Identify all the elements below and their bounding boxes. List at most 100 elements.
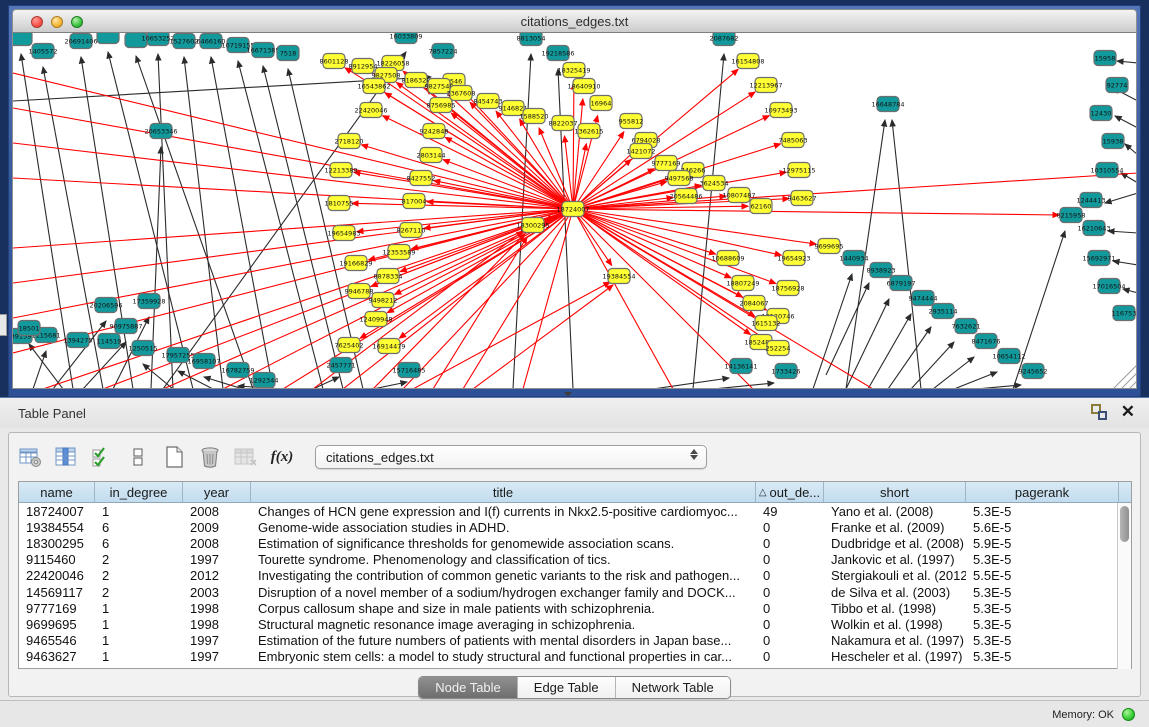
collapsed-panel-handle[interactable]: [0, 314, 7, 336]
network-node[interactable]: 16210643: [1077, 221, 1110, 236]
network-node[interactable]: 1421072: [627, 144, 656, 159]
network-node[interactable]: 1405572: [29, 44, 58, 59]
network-node[interactable]: 252254: [766, 341, 791, 356]
network-node[interactable]: 1394275: [64, 333, 93, 348]
table-settings-icon[interactable]: [17, 444, 43, 470]
column-header-title[interactable]: title: [251, 482, 756, 502]
network-node[interactable]: 17359928: [132, 294, 165, 309]
table-row[interactable]: 1938455462009Genome-wide association stu…: [19, 519, 1131, 535]
network-node[interactable]: 17016504: [1092, 279, 1125, 294]
network-node[interactable]: 7857224: [429, 44, 458, 59]
network-node[interactable]: 16964: [590, 96, 612, 111]
network-node[interactable]: 9699695: [815, 239, 844, 254]
table-row[interactable]: 977716911998Corpus callosum shape and si…: [19, 600, 1131, 616]
network-node[interactable]: 15692971: [1082, 251, 1115, 266]
zoom-window-icon[interactable]: [71, 16, 83, 28]
delete-table-icon[interactable]: [197, 444, 223, 470]
network-node[interactable]: [97, 33, 119, 44]
network-node[interactable]: 1733426: [772, 364, 801, 379]
network-node[interactable]: 7632621: [952, 319, 981, 334]
memory-status-icon[interactable]: [1122, 708, 1135, 721]
table-row[interactable]: 2242004622012Investigating the contribut…: [19, 568, 1131, 584]
network-node[interactable]: 1292344: [250, 373, 279, 388]
network-node[interactable]: 18640910: [567, 79, 600, 94]
network-node[interactable]: 10654112: [992, 349, 1025, 364]
network-node[interactable]: [13, 33, 32, 46]
table-tabs[interactable]: Node TableEdge TableNetwork Table: [418, 676, 731, 699]
close-panel-icon[interactable]: ✕: [1121, 404, 1135, 420]
tab-node-table[interactable]: Node Table: [419, 677, 518, 698]
close-window-icon[interactable]: [31, 16, 43, 28]
column-header-in_degree[interactable]: in_degree: [95, 482, 183, 502]
network-node[interactable]: 114519: [97, 334, 122, 349]
scrollbar-thumb[interactable]: [1120, 506, 1129, 542]
table-header-row[interactable]: namein_degreeyeartitle△out_de...shortpag…: [19, 482, 1131, 503]
column-header-year[interactable]: year: [183, 482, 251, 502]
network-node[interactable]: 18807249: [726, 276, 759, 291]
network-node[interactable]: 8938923: [867, 263, 896, 278]
network-node[interactable]: 8878334: [374, 269, 403, 284]
table-row[interactable]: 911546021997Tourette syndrome. Phenomeno…: [19, 552, 1131, 568]
network-node[interactable]: 9463627: [788, 191, 817, 206]
network-node[interactable]: 1362615: [575, 124, 604, 139]
network-node[interactable]: 22420046: [354, 103, 387, 118]
network-node[interactable]: 7518: [277, 46, 299, 61]
network-node[interactable]: 8756985: [427, 98, 456, 113]
network-node[interactable]: 1810755: [325, 196, 354, 211]
network-node[interactable]: 16648784: [871, 97, 904, 112]
table-row[interactable]: 1830029562008Estimation of significance …: [19, 535, 1131, 551]
table-scrollbar[interactable]: [1117, 503, 1131, 669]
network-node[interactable]: 1588520: [520, 109, 549, 124]
network-node[interactable]: 8471676: [972, 334, 1001, 349]
table-selector-dropdown[interactable]: citations_edges.txt: [315, 445, 707, 469]
network-node[interactable]: 8427552: [407, 171, 436, 186]
row-height-icon[interactable]: [125, 444, 151, 470]
network-node[interactable]: 1250515: [129, 341, 158, 356]
network-node[interactable]: 9474444: [909, 291, 938, 306]
network-node[interactable]: 12213967: [749, 78, 782, 93]
network-node[interactable]: 116753: [1112, 306, 1137, 321]
network-node[interactable]: 6879197: [887, 276, 916, 291]
network-node[interactable]: 8267110: [397, 223, 426, 238]
float-panel-icon[interactable]: [1091, 404, 1107, 420]
network-node[interactable]: 18501: [18, 321, 40, 336]
network-node[interactable]: 7625402: [335, 338, 364, 353]
column-header-short[interactable]: short: [824, 482, 966, 502]
column-header-name[interactable]: name: [19, 482, 95, 502]
table-row[interactable]: 946554611997Estimation of the future num…: [19, 633, 1131, 649]
network-node[interactable]: 2084067: [740, 296, 769, 311]
network-node[interactable]: 10688609: [711, 251, 744, 266]
network-node[interactable]: 15958: [1094, 51, 1116, 66]
tab-edge-table[interactable]: Edge Table: [518, 677, 616, 698]
network-node[interactable]: 2087682: [710, 33, 739, 46]
network-graph[interactable]: 1405572206914061065325715276026466160107…: [13, 33, 1137, 389]
network-node[interactable]: 9497568: [665, 171, 694, 186]
network-node[interactable]: 14136141: [724, 359, 757, 374]
new-table-icon[interactable]: [161, 444, 187, 470]
column-header-out_de[interactable]: △out_de...: [756, 482, 824, 502]
network-node[interactable]: 9777169: [652, 156, 681, 171]
network-node[interactable]: 2935114: [929, 304, 958, 319]
network-node[interactable]: 1440934: [840, 251, 869, 266]
column-header-pagerank[interactable]: pagerank: [966, 482, 1119, 502]
node-table[interactable]: namein_degreeyeartitle△out_de...shortpag…: [18, 481, 1132, 669]
network-node[interactable]: 16033809: [389, 33, 422, 44]
network-node[interactable]: 9245652: [1019, 364, 1048, 379]
splitter-handle[interactable]: [563, 392, 573, 398]
network-node[interactable]: 8822037: [549, 116, 578, 131]
table-row[interactable]: 969969511998Structural magnetic resonanc…: [19, 616, 1131, 632]
network-node[interactable]: 62160: [750, 199, 772, 214]
network-node[interactable]: 817004: [402, 194, 427, 209]
network-node[interactable]: 9498212: [369, 293, 398, 308]
network-node[interactable]: 2718120: [335, 134, 364, 149]
table-row[interactable]: 1456911722003Disruption of a novel membe…: [19, 584, 1131, 600]
network-node[interactable]: 1244413: [1077, 193, 1106, 208]
table-body[interactable]: 1872400712008Changes of HCN gene express…: [19, 503, 1131, 665]
network-node[interactable]: 12975115: [782, 163, 815, 178]
network-node[interactable]: 9242848: [420, 124, 449, 139]
window-titlebar[interactable]: citations_edges.txt: [12, 9, 1137, 33]
network-node[interactable]: 19218586: [541, 46, 574, 61]
network-node[interactable]: 19654923: [777, 251, 810, 266]
network-node[interactable]: 2803144: [417, 148, 446, 163]
network-node[interactable]: 16154808: [731, 54, 764, 69]
